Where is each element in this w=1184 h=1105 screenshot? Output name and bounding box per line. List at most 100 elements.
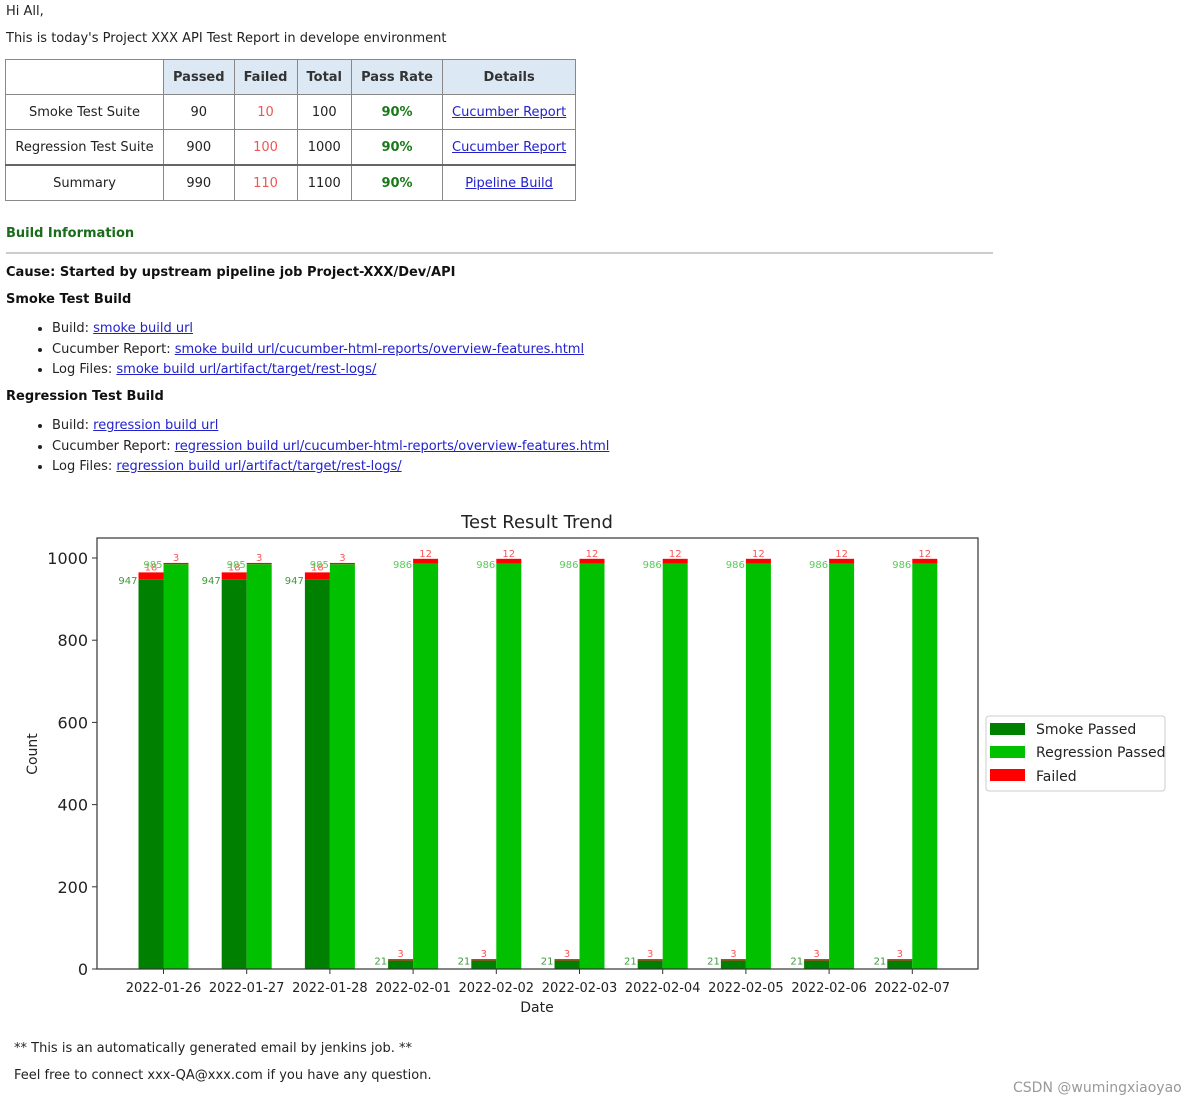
data-label-regression-passed: 986 — [393, 560, 412, 571]
bar-smoke-passed — [637, 960, 663, 969]
bar-smoke-passed — [388, 960, 414, 969]
bar-regression-passed — [413, 563, 439, 969]
data-label-regression-passed: 985 — [227, 560, 246, 571]
data-label-smoke-failed: 3 — [730, 949, 736, 960]
data-label-smoke-passed: 21 — [624, 956, 637, 967]
regression-cucumber-link[interactable]: regression build url/cucumber-html-repor… — [175, 439, 610, 454]
regression-build-link[interactable]: regression build url — [93, 418, 218, 433]
data-label-regression-failed: 12 — [502, 549, 515, 560]
table-row: Regression Test Suite 900 100 1000 90% C… — [5, 129, 577, 166]
test-result-trend-chart: Test Result Trend 9471898539471898539471… — [25, 512, 1166, 1016]
y-tick-label: 800 — [57, 631, 88, 650]
regression-logs-link[interactable]: regression build url/artifact/target/res… — [116, 459, 401, 474]
item-label: Cucumber Report: — [52, 438, 175, 454]
x-tick-label: 2022-02-06 — [791, 981, 867, 996]
smoke-cucumber-link[interactable]: smoke build url/cucumber-html-reports/ov… — [175, 342, 584, 357]
bar-regression-passed — [662, 563, 688, 969]
data-label-regression-passed: 986 — [559, 560, 578, 571]
details-link[interactable]: Pipeline Build — [465, 176, 553, 191]
data-label-smoke-passed: 21 — [707, 956, 720, 967]
divider — [6, 252, 993, 254]
data-label-regression-passed: 986 — [476, 560, 495, 571]
bar-smoke-passed — [138, 579, 164, 969]
failed-count: 100 — [233, 129, 298, 166]
data-label-smoke-passed: 947 — [285, 576, 304, 587]
legend-swatch-failed — [990, 769, 1025, 781]
table-row-summary: Summary 990 110 1100 90% Pipeline Build — [5, 164, 577, 201]
data-label-regression-failed: 3 — [256, 553, 262, 564]
x-tick-label: 2022-02-03 — [542, 981, 618, 996]
y-tick-label: 400 — [57, 796, 88, 815]
data-label-regression-failed: 12 — [586, 549, 599, 560]
item-label: Build: — [52, 321, 94, 336]
x-tick-label: 2022-02-02 — [459, 981, 535, 996]
bar-smoke-passed — [471, 960, 497, 969]
bar-smoke-passed — [221, 579, 247, 969]
smoke-build-link[interactable]: smoke build url — [93, 321, 193, 336]
data-label-regression-failed: 12 — [669, 549, 682, 560]
regression-build-heading: Regression Test Build — [6, 389, 164, 404]
x-tick-label: 2022-01-26 — [126, 981, 202, 996]
x-axis-label: Date — [520, 1000, 553, 1016]
header-details: Details — [442, 59, 577, 95]
data-label-smoke-failed: 3 — [564, 949, 570, 960]
data-label-regression-failed: 3 — [339, 553, 345, 564]
bar-smoke-passed — [804, 960, 830, 969]
item-label: Log Files: — [52, 362, 117, 377]
pass-rate: 90% — [351, 164, 444, 201]
bar-smoke-passed — [554, 960, 580, 969]
summary-table: Passed Failed Total Pass Rate Details Sm… — [5, 59, 577, 201]
data-label-smoke-passed: 21 — [374, 956, 387, 967]
data-label-regression-passed: 985 — [143, 560, 162, 571]
footer-auto-note: ** This is an automatically generated em… — [14, 1041, 412, 1056]
y-axis-label: Count — [25, 733, 41, 775]
total-count: 100 — [296, 94, 353, 130]
bar-regression-passed — [163, 564, 189, 969]
footer-contact: Feel free to connect xxx-QA@xxx.com if y… — [14, 1068, 432, 1083]
data-label-smoke-failed: 3 — [813, 949, 819, 960]
header-passed: Passed — [163, 59, 235, 95]
bar-regression-passed — [745, 563, 771, 969]
x-tick-label: 2022-02-01 — [375, 981, 451, 996]
data-label-regression-passed: 986 — [726, 560, 745, 571]
list-item: Log Files: regression build url/artifact… — [52, 457, 609, 478]
x-tick-label: 2022-01-27 — [209, 981, 285, 996]
data-label-regression-failed: 3 — [173, 553, 179, 564]
table-row: Smoke Test Suite 90 10 100 90% Cucumber … — [5, 94, 577, 130]
item-label: Cucumber Report: — [52, 341, 175, 357]
data-label-smoke-passed: 947 — [202, 576, 221, 587]
legend-label-regression-passed: Regression Passed — [1036, 745, 1166, 761]
legend-swatch-smoke-passed — [990, 723, 1025, 735]
bar-regression-passed — [329, 564, 355, 969]
header-blank — [5, 59, 164, 95]
details-link[interactable]: Cucumber Report — [452, 140, 566, 155]
data-label-regression-passed: 985 — [310, 560, 329, 571]
header-total: Total — [296, 59, 353, 95]
build-information-title: Build Information — [6, 226, 135, 241]
x-tick-label: 2022-02-04 — [625, 981, 701, 996]
failed-count: 10 — [233, 94, 298, 130]
y-axis: 0 200 400 600 800 1000 — [47, 549, 97, 979]
bar-smoke-passed — [304, 579, 330, 969]
suite-name: Summary — [5, 164, 164, 201]
data-label-smoke-passed: 947 — [118, 576, 137, 587]
details-link[interactable]: Cucumber Report — [452, 105, 566, 120]
smoke-logs-link[interactable]: smoke build url/artifact/target/rest-log… — [116, 362, 376, 377]
data-label-regression-passed: 986 — [809, 560, 828, 571]
data-label-regression-failed: 12 — [835, 549, 848, 560]
build-cause: Cause: Started by upstream pipeline job … — [6, 265, 456, 280]
legend: Smoke Passed Regression Passed Failed — [985, 715, 1166, 792]
data-label-smoke-passed: 21 — [790, 956, 803, 967]
data-label-regression-failed: 12 — [918, 549, 931, 560]
y-tick-label: 0 — [78, 960, 88, 979]
watermark: CSDN @wumingxiaoyao — [1013, 1080, 1182, 1096]
x-tick-label: 2022-01-28 — [292, 981, 368, 996]
data-label-smoke-failed: 3 — [397, 949, 403, 960]
pass-rate: 90% — [351, 94, 444, 130]
legend-label-failed: Failed — [1036, 769, 1077, 785]
legend-label-smoke-passed: Smoke Passed — [1036, 722, 1136, 738]
total-count: 1100 — [296, 164, 353, 201]
table-header-row: Passed Failed Total Pass Rate Details — [5, 59, 577, 95]
smoke-build-list: Build: smoke build url Cucumber Report: … — [34, 319, 584, 381]
bar-smoke-failed — [138, 572, 164, 580]
